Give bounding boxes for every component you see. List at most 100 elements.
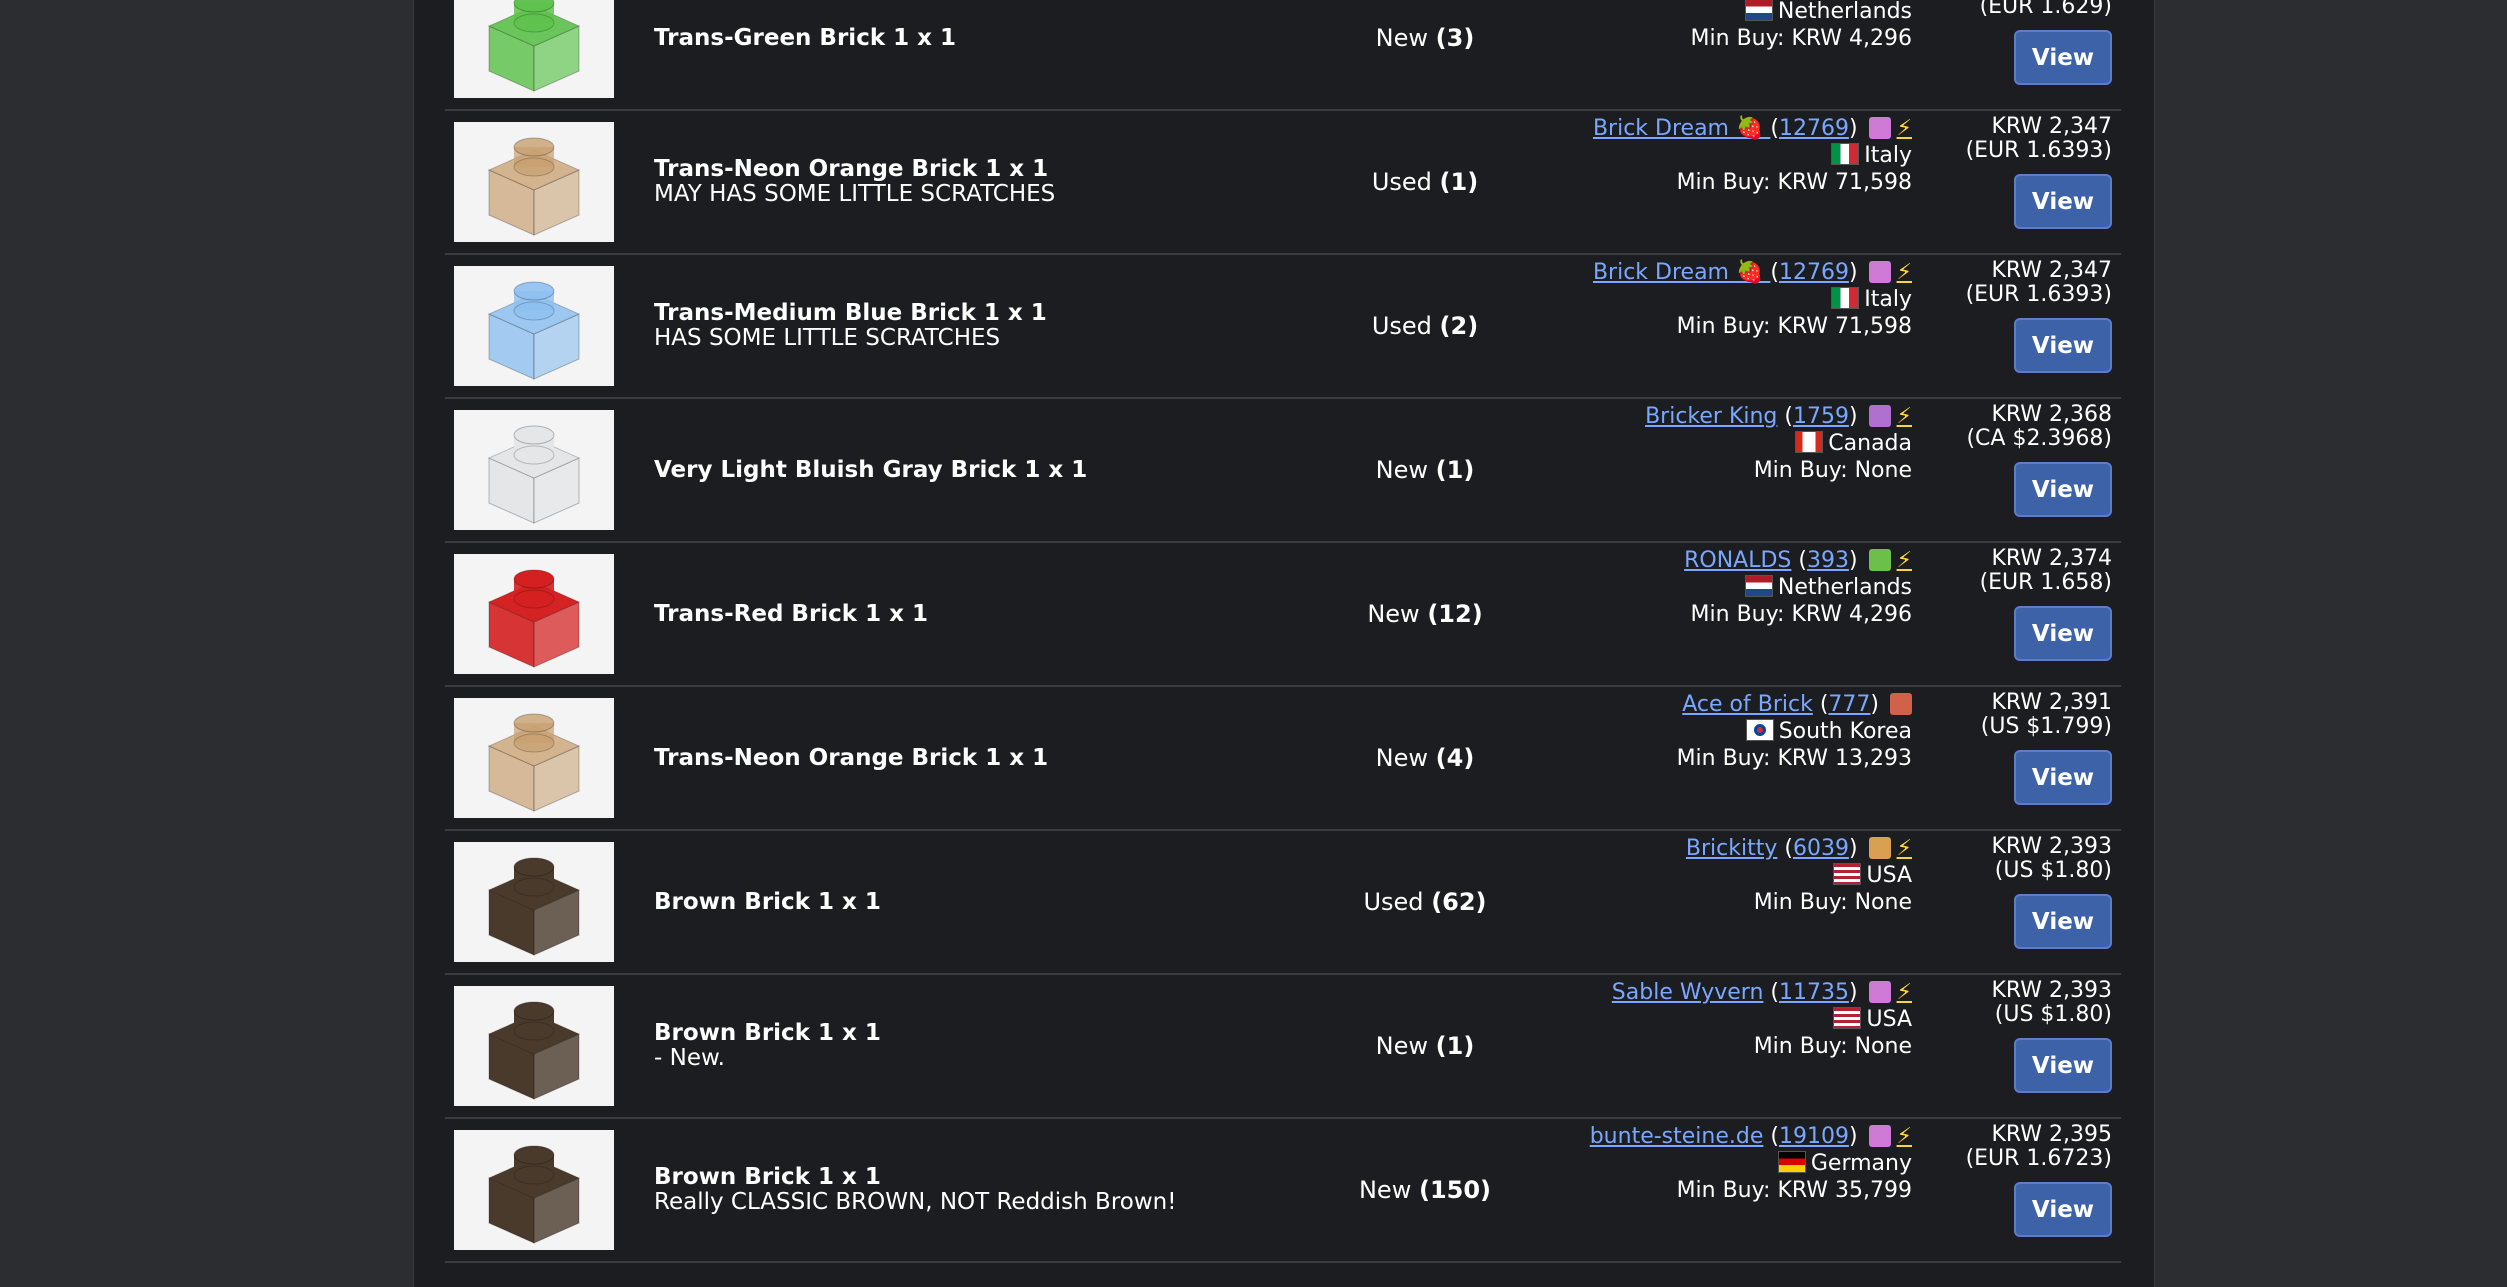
price: KRW 2,347 (1991, 258, 2112, 283)
item-thumbnail[interactable] (454, 1130, 614, 1250)
feedback-score-link[interactable]: 6039 (1793, 836, 1849, 861)
view-button[interactable]: View (2014, 750, 2112, 805)
store-box-icon[interactable] (1890, 693, 1912, 715)
item-thumbnail[interactable] (454, 266, 614, 386)
instant-checkout-icon[interactable]: ⚡ (1897, 404, 1912, 429)
min-buy: Min Buy: KRW 71,598 (1676, 170, 1912, 195)
store-box-icon[interactable] (1868, 405, 1891, 427)
listing-row: Trans-Neon Orange Brick 1 x 1 New (4) Ac… (445, 687, 2121, 831)
item-thumbnail[interactable] (454, 554, 614, 674)
min-buy: Min Buy: KRW 4,296 (1690, 26, 1912, 51)
seller-line: RONALDS (393) ⚡ (1684, 548, 1912, 573)
price: KRW 2,395 (1991, 1122, 2112, 1147)
seller-badge-icon: 🍓 (1728, 116, 1771, 141)
item-thumbnail[interactable] (454, 986, 614, 1106)
listing-row: Trans-Neon Orange Brick 1 x 1 MAY HAS SO… (445, 111, 2121, 255)
price: KRW 2,393 (1991, 834, 2112, 859)
min-buy: Min Buy: KRW 35,799 (1676, 1178, 1912, 1203)
feedback-score-link[interactable]: 11735 (1779, 980, 1849, 1005)
view-button[interactable]: View (2014, 894, 2112, 949)
store-box-icon[interactable] (1868, 117, 1891, 139)
seller-badge-icon: 🍓 (1728, 260, 1771, 285)
item-description: Really CLASSIC BROWN, NOT Reddish Brown! (654, 1189, 1177, 1215)
item-thumbnail[interactable] (454, 698, 614, 818)
country-flag-icon (1744, 575, 1773, 597)
view-button[interactable]: View (2014, 30, 2112, 85)
item-thumbnail[interactable] (454, 842, 614, 962)
price-info: KRW 2,368 (CA $2.3968) (1932, 403, 2112, 451)
converted-price: (US $1.80) (1994, 858, 2112, 883)
view-button[interactable]: View (2014, 174, 2112, 229)
seller-info: Ace of Brick (777) ⚡ South Korea Min Buy… (1392, 691, 1912, 772)
item-thumbnail[interactable] (454, 410, 614, 530)
seller-info: Brick Dream 🍓 (12769) ⚡ Italy Min Buy: K… (1392, 115, 1912, 196)
item-thumbnail[interactable] (454, 122, 614, 242)
item-info: Trans-Green Brick 1 x 1 (654, 0, 1354, 109)
store-box-icon[interactable] (1868, 1125, 1891, 1147)
view-button[interactable]: View (2014, 1038, 2112, 1093)
min-buy: Min Buy: None (1753, 1034, 1912, 1059)
store-box-icon[interactable] (1868, 837, 1891, 859)
seller-country: Canada (1392, 430, 1912, 457)
instant-checkout-icon[interactable]: ⚡ (1897, 980, 1912, 1005)
seller-info: Brickitty (6039) ⚡ USA Min Buy: None (1392, 835, 1912, 916)
price-info: KRW 2,347 (EUR 1.6393) (1932, 115, 2112, 163)
seller-country: Germany (1392, 1150, 1912, 1177)
view-button[interactable]: View (2014, 1182, 2112, 1237)
listing-row: Very Light Bluish Gray Brick 1 x 1 New (… (445, 399, 2121, 543)
seller-name-link[interactable]: bunte-steine.de (1590, 1124, 1764, 1149)
seller-country: USA (1392, 1006, 1912, 1033)
brick-image (487, 1001, 581, 1100)
seller-info: Sable Wyvern (11735) ⚡ USA Min Buy: None (1392, 979, 1912, 1060)
price: KRW 2,391 (1991, 690, 2112, 715)
listing-row: Brown Brick 1 x 1 Really CLASSIC BROWN, … (445, 1119, 2121, 1263)
seller-name-link[interactable]: RONALDS (1684, 548, 1791, 573)
seller-line: Brick Dream 🍓 (12769) ⚡ (1592, 116, 1912, 141)
price-info: KRW 2,374 (EUR 1.658) (1932, 547, 2112, 595)
listing-row: Brown Brick 1 x 1 Used (62) Brickitty (6… (445, 831, 2121, 975)
listing-row: Trans-Medium Blue Brick 1 x 1 HAS SOME L… (445, 255, 2121, 399)
item-name: Trans-Neon Orange Brick 1 x 1 (654, 156, 1049, 182)
item-name: Brown Brick 1 x 1 (654, 1164, 881, 1190)
feedback-score-link[interactable]: 393 (1807, 548, 1849, 573)
view-button[interactable]: View (2014, 606, 2112, 661)
instant-checkout-icon[interactable]: ⚡ (1897, 836, 1912, 861)
seller-name-link[interactable]: Brick Dream 🍓 (1593, 116, 1770, 141)
brick-image (487, 137, 581, 236)
view-button[interactable]: View (2014, 318, 2112, 373)
item-name: Brown Brick 1 x 1 (654, 888, 881, 915)
price: KRW 2,393 (1991, 978, 2112, 1003)
seller-info: Brick Dream 🍓 (12769) ⚡ Italy Min Buy: K… (1392, 259, 1912, 340)
item-thumbnail[interactable] (454, 0, 614, 98)
instant-checkout-icon[interactable]: ⚡ (1897, 116, 1912, 141)
store-box-icon[interactable] (1868, 549, 1891, 571)
converted-price: (EUR 1.658) (1979, 570, 2112, 595)
view-button[interactable]: View (2014, 462, 2112, 517)
seller-name-link[interactable]: Brickitty (1686, 836, 1777, 861)
feedback-score-link[interactable]: 12769 (1779, 260, 1849, 285)
seller-name-link[interactable]: Bricker King (1645, 404, 1777, 429)
price: KRW 2,347 (1991, 114, 2112, 139)
store-box-icon[interactable] (1868, 261, 1891, 283)
item-description: MAY HAS SOME LITTLE SCRATCHES (654, 181, 1056, 207)
country-flag-icon (1831, 287, 1860, 309)
feedback-score-link[interactable]: 1759 (1793, 404, 1849, 429)
seller-line: Brickitty (6039) ⚡ (1685, 836, 1912, 861)
seller-name-link[interactable]: Sable Wyvern (1612, 980, 1764, 1005)
instant-checkout-icon[interactable]: ⚡ (1897, 1124, 1912, 1149)
feedback-score-link[interactable]: 12769 (1779, 116, 1849, 141)
instant-checkout-icon[interactable]: ⚡ (1897, 548, 1912, 573)
item-info: Brown Brick 1 x 1 - New. (654, 975, 1354, 1117)
item-name: Trans-Medium Blue Brick 1 x 1 (654, 300, 1047, 326)
feedback-score-link[interactable]: 777 (1828, 692, 1870, 717)
converted-price: (EUR 1.6393) (1965, 282, 2112, 307)
feedback-score-link[interactable]: 19109 (1779, 1124, 1849, 1149)
seller-name-link[interactable]: Brick Dream 🍓 (1593, 260, 1770, 285)
seller-name-link[interactable]: Ace of Brick (1682, 692, 1813, 717)
instant-checkout-icon[interactable]: ⚡ (1897, 260, 1912, 285)
country-flag-icon (1833, 1007, 1862, 1029)
brick-image (487, 857, 581, 956)
item-info: Trans-Medium Blue Brick 1 x 1 HAS SOME L… (654, 255, 1354, 397)
store-box-icon[interactable] (1868, 981, 1891, 1003)
item-name: Trans-Neon Orange Brick 1 x 1 (654, 744, 1049, 771)
